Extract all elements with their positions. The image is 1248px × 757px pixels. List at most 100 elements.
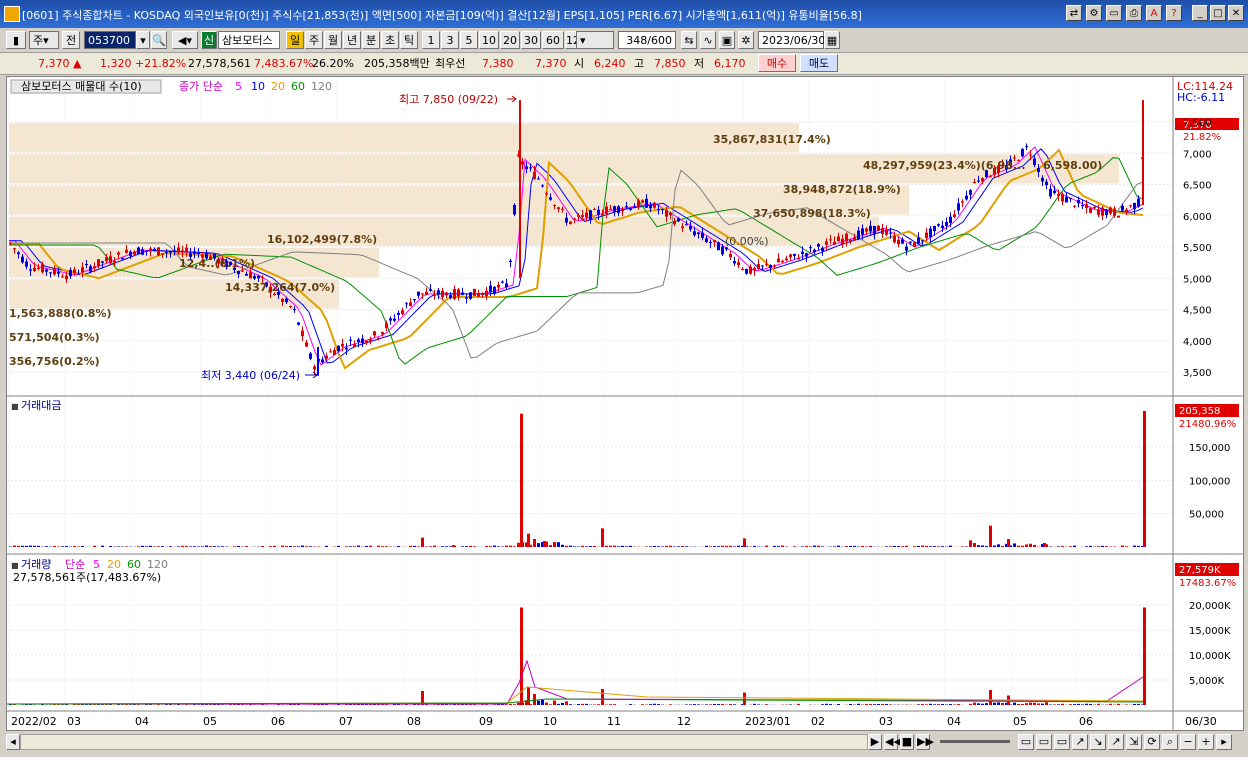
- close-icon[interactable]: ✕: [1228, 5, 1244, 21]
- amount-bar: [285, 546, 288, 547]
- amount-bar: [1101, 545, 1104, 547]
- amount-bar-spike: [989, 525, 992, 547]
- candle-body: [445, 292, 448, 296]
- candle-body: [141, 249, 144, 255]
- save-icon[interactable]: ▣: [719, 31, 735, 49]
- calendar-icon[interactable]: ▦: [824, 31, 840, 49]
- amount-tick: 50,000: [1189, 510, 1224, 521]
- candle-body: [853, 237, 856, 241]
- gear-icon[interactable]: ✲: [738, 31, 754, 49]
- rewind-icon[interactable]: ◀◀: [884, 734, 902, 750]
- candle-body: [513, 205, 516, 215]
- chart-type-icon[interactable]: ▮: [6, 31, 26, 49]
- candle-body: [289, 306, 292, 308]
- candle-body: [121, 257, 124, 260]
- period-tab-4[interactable]: 분: [362, 31, 380, 49]
- candle-body: [661, 209, 664, 211]
- stop-icon[interactable]: ■: [900, 734, 914, 750]
- period-select-value: 주: [33, 34, 44, 47]
- compare-icon[interactable]: ⇆: [681, 31, 697, 49]
- amount-bar: [433, 545, 436, 547]
- amount-bar: [773, 545, 776, 547]
- date-field[interactable]: 2023/06/30: [758, 31, 825, 49]
- draw-tool-icon-3[interactable]: ↗: [1108, 734, 1124, 750]
- number-tab-5[interactable]: 5: [460, 31, 478, 49]
- crosshair-label: (0.00%): [725, 235, 769, 248]
- candle-body: [533, 171, 536, 180]
- code-dropdown-icon[interactable]: ▾: [136, 31, 150, 49]
- amount-bar: [581, 545, 584, 547]
- speaker-icon[interactable]: ◀▾: [172, 31, 198, 49]
- period-tab-5[interactable]: 초: [381, 31, 399, 49]
- window-icon[interactable]: ▭: [1106, 5, 1122, 21]
- candle-body: [349, 339, 352, 341]
- amount-bar: [681, 545, 684, 547]
- draw-tool-icon-4[interactable]: ⇲: [1126, 734, 1142, 750]
- candle-body: [337, 345, 340, 352]
- view-icon-3[interactable]: ▭: [1054, 734, 1070, 750]
- prev-button[interactable]: 전: [62, 31, 80, 49]
- help-icon[interactable]: ?: [1166, 5, 1182, 21]
- print-icon[interactable]: ⎙: [1126, 5, 1142, 21]
- stock-code-input[interactable]: 053700: [84, 31, 136, 49]
- volume-bar: [757, 704, 760, 705]
- candle-body: [165, 252, 168, 254]
- unit-select[interactable]: ▾: [576, 31, 614, 49]
- x-label: 02: [811, 715, 825, 728]
- zoom-icon[interactable]: ⌕: [1162, 734, 1178, 750]
- settings-icon[interactable]: ⚙: [1086, 5, 1102, 21]
- amount-bar: [189, 546, 192, 547]
- minimize-icon[interactable]: _: [1192, 5, 1208, 21]
- sell-button[interactable]: 매도: [800, 54, 838, 72]
- number-tab-3[interactable]: 3: [441, 31, 459, 49]
- view-icon-1[interactable]: ▭: [1018, 734, 1034, 750]
- volume-ma-5: 5: [93, 558, 100, 571]
- period-tab-3[interactable]: 년: [343, 31, 361, 49]
- scroll-track[interactable]: [20, 734, 868, 750]
- amount-bar: [441, 546, 444, 547]
- candle-body: [237, 271, 240, 275]
- candle-body: [1081, 205, 1084, 207]
- stock-name-field[interactable]: 삼보모터스: [218, 31, 280, 49]
- period-tab-6[interactable]: 틱: [400, 31, 418, 49]
- period-tab-2[interactable]: 월: [324, 31, 342, 49]
- period-select[interactable]: 주▾: [29, 31, 59, 49]
- candle-body: [389, 318, 392, 321]
- amount-bar: [397, 546, 400, 547]
- stock-chart[interactable]: 삼보모터스 매물대 수(10) 종가 단순 5 10 20 60 120 LC:…: [6, 77, 1243, 730]
- number-tab-20[interactable]: 20: [500, 31, 520, 49]
- candle-body: [705, 238, 708, 242]
- forward-icon[interactable]: ▶▶: [916, 734, 934, 750]
- buy-button[interactable]: 매수: [758, 54, 796, 72]
- number-tab-10[interactable]: 10: [479, 31, 499, 49]
- search-icon[interactable]: 🔍: [151, 31, 167, 49]
- zoom-out-icon[interactable]: −: [1180, 734, 1196, 750]
- zoom-slider[interactable]: [940, 740, 1010, 743]
- text-icon[interactable]: A: [1146, 5, 1162, 21]
- refresh-icon[interactable]: ⟳: [1144, 734, 1160, 750]
- scroll-left-icon[interactable]: ◂: [6, 734, 20, 750]
- volume-bar: [685, 704, 688, 705]
- number-tab-60[interactable]: 60: [542, 31, 564, 49]
- view-icon-2[interactable]: ▭: [1036, 734, 1052, 750]
- amount-bar: [821, 546, 824, 547]
- amount-bar: [197, 546, 200, 547]
- candle-body: [737, 262, 740, 266]
- zoom-in-icon[interactable]: +: [1198, 734, 1214, 750]
- number-tab-30[interactable]: 30: [521, 31, 541, 49]
- candle-body: [913, 242, 916, 247]
- period-tab-0[interactable]: 일: [286, 31, 304, 49]
- candle-body: [953, 214, 956, 217]
- maximize-icon[interactable]: □: [1210, 5, 1226, 21]
- chart-area[interactable]: 삼보모터스 매물대 수(10) 종가 단순 5 10 20 60 120 LC:…: [6, 76, 1244, 731]
- indicator-icon[interactable]: ∿: [700, 31, 716, 49]
- link-icon[interactable]: ⇄: [1066, 5, 1082, 21]
- period-tab-1[interactable]: 주: [305, 31, 323, 49]
- draw-tool-icon-1[interactable]: ↗: [1072, 734, 1088, 750]
- number-tab-1[interactable]: 1: [422, 31, 440, 49]
- new-listing-badge: 신: [201, 31, 217, 49]
- draw-tool-icon-2[interactable]: ↘: [1090, 734, 1106, 750]
- play-icon[interactable]: ▶: [868, 734, 882, 750]
- scroll-right-icon[interactable]: ▸: [1216, 734, 1232, 750]
- bar-count-field[interactable]: 348/600: [618, 31, 676, 49]
